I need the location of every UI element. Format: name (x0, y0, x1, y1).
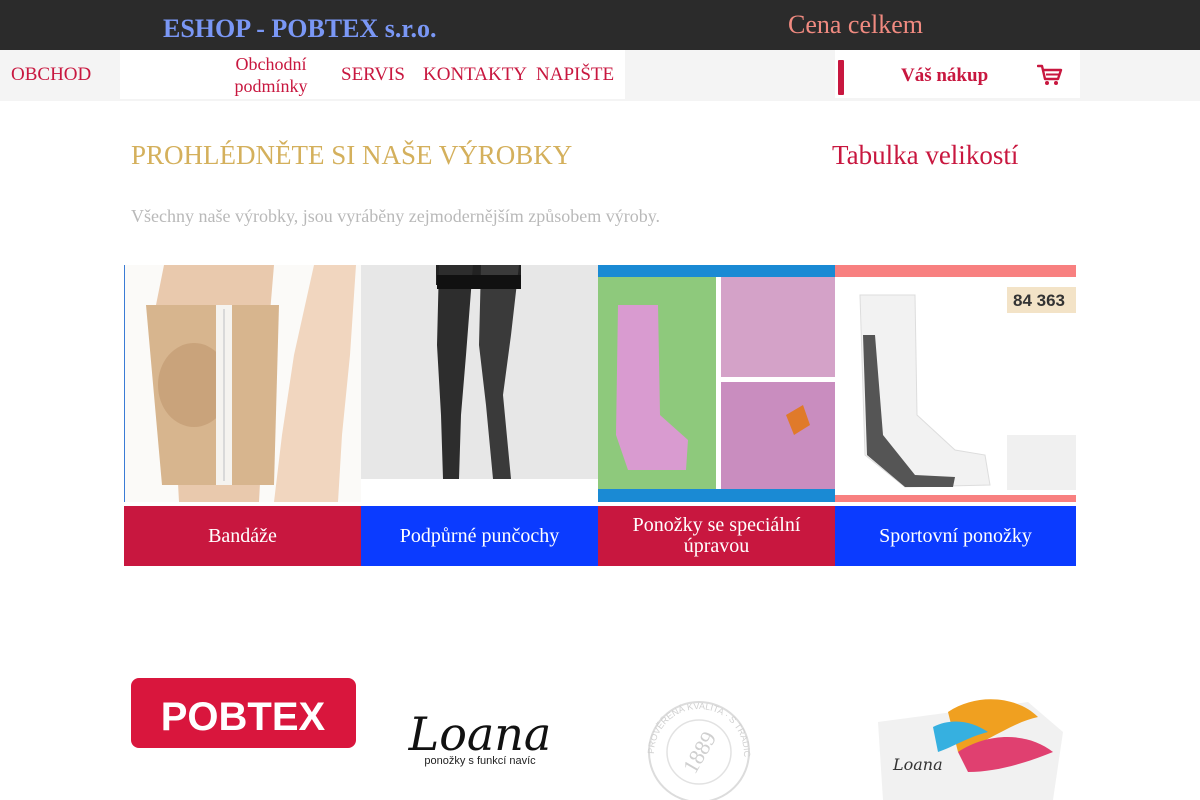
loana-tagline: ponožky s funkcí navíc (424, 755, 536, 767)
nav-item-obchodni-podminky[interactable]: Obchodní podmínky (222, 53, 320, 97)
product-image-bandaze[interactable] (124, 265, 361, 502)
quality-seal: PROVĚŘENÁ KVALITA · S TRADICÍ OD ROKU · … (600, 664, 794, 800)
seal-year: 1889 (678, 727, 722, 778)
product-label-sportovni-ponozky[interactable]: Sportovní ponožky (835, 506, 1076, 566)
product-tile-puncochy[interactable]: Podpůrné punčochy (361, 265, 598, 566)
product-label-ponozky-specialni[interactable]: Ponožky se speciální úpravou (598, 506, 835, 566)
product-code-text: 84 363 (1013, 291, 1065, 310)
product-tile-sportovni-ponozky[interactable]: 84 363 Sportovní ponožky (835, 265, 1076, 566)
page-title: PROHLÉDNĚTE SI NAŠE VÝROBKY (131, 140, 573, 170)
stockings-image (361, 265, 598, 502)
nav-item-servis[interactable]: SERVIS (341, 64, 405, 86)
pink-socks-image (598, 265, 835, 502)
product-tile-bandaze[interactable]: Bandáže (124, 265, 361, 566)
nav-item-obchod[interactable]: OBCHOD (11, 64, 91, 86)
sport-socks-image: 84 363 (835, 265, 1076, 502)
product-label-puncochy[interactable]: Podpůrné punčochy (361, 506, 598, 566)
cart-icon[interactable] (1037, 64, 1063, 86)
loana-logo-text: Loana (408, 707, 552, 761)
product-label-bandaze[interactable]: Bandáže (124, 506, 361, 566)
cart-label[interactable]: Váš nákup (901, 65, 988, 87)
nav-item-napiste[interactable]: NAPIŠTE (536, 64, 614, 86)
nav-item-kontakty[interactable]: KONTAKTY (423, 64, 527, 86)
cart-total-label: Cena celkem (788, 10, 923, 39)
cart-accent-bar (838, 60, 844, 95)
loana-box-image[interactable]: Loana (838, 672, 1073, 800)
product-tile-ponozky-specialni[interactable]: Ponožky se speciální úpravou (598, 265, 835, 566)
site-brand[interactable]: ESHOP - POBTEX s.r.o. (163, 14, 437, 44)
knee-brace-image (124, 265, 361, 502)
loana-logo[interactable]: Loana ponožky s funkcí navíc (390, 672, 570, 800)
pobtex-logo-text: POBTEX (161, 695, 326, 739)
size-table-link[interactable]: Tabulka velikostí (832, 140, 1018, 171)
page-subtitle: Všechny naše výrobky, jsou vyráběny zejm… (131, 206, 661, 226)
product-image-puncochy[interactable] (361, 265, 598, 502)
pobtex-logo[interactable]: POBTEX (131, 672, 356, 800)
product-image-ponozky-specialni[interactable] (598, 265, 835, 502)
product-image-sportovni-ponozky[interactable]: 84 363 (835, 265, 1076, 502)
box-brand-text: Loana (892, 755, 943, 774)
